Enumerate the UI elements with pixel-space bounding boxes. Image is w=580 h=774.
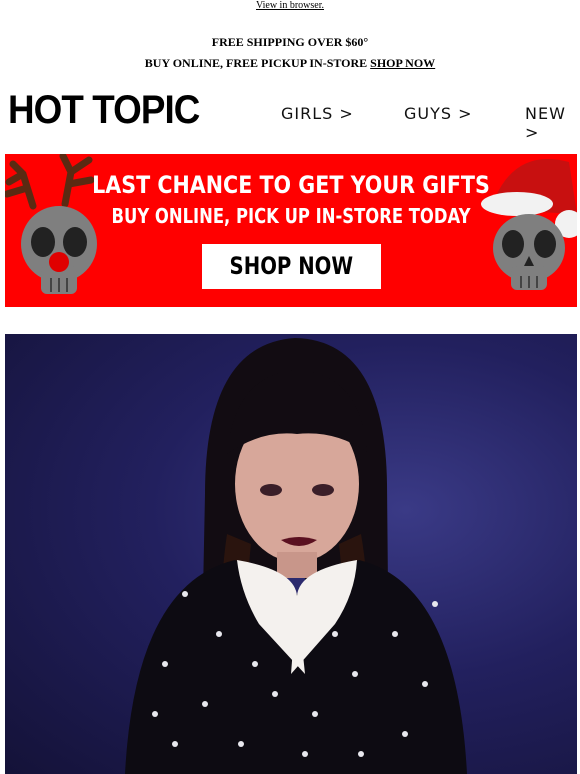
view-in-browser-bar: View in browser. (0, 0, 580, 14)
pickup-text: BUY ONLINE, FREE PICKUP IN-STORE (144, 56, 371, 70)
hot-topic-logo[interactable]: HOT TOPIC (8, 88, 200, 132)
pickup-line: BUY ONLINE, FREE PICKUP IN-STORE SHOP NO… (0, 56, 580, 71)
nav-girls-link[interactable]: GIRLS > (281, 104, 354, 123)
free-shipping-text: FREE SHIPPING OVER $60° (211, 35, 369, 49)
promo-shop-now-label: SHOP NOW (229, 252, 354, 280)
promo-shop-now-button[interactable]: SHOP NOW (202, 244, 381, 289)
model-photo-illustration (125, 338, 467, 774)
promo-headline: LAST CHANCE TO GET YOUR GIFTS (92, 171, 490, 199)
nav-guys-link[interactable]: GUYS > (404, 104, 473, 123)
shop-now-link[interactable]: SHOP NOW (370, 56, 435, 70)
view-in-browser-link[interactable]: View in browser. (256, 0, 324, 11)
santa-hat-skull-icon (481, 158, 577, 290)
nav-new-link[interactable]: NEW > (525, 104, 580, 142)
hero-model-image[interactable] (5, 334, 577, 774)
promo-subheadline: BUY ONLINE, PICK UP IN-STORE TODAY (111, 204, 471, 228)
holiday-promo-banner[interactable]: LAST CHANCE TO GET YOUR GIFTS BUY ONLINE… (5, 154, 577, 307)
